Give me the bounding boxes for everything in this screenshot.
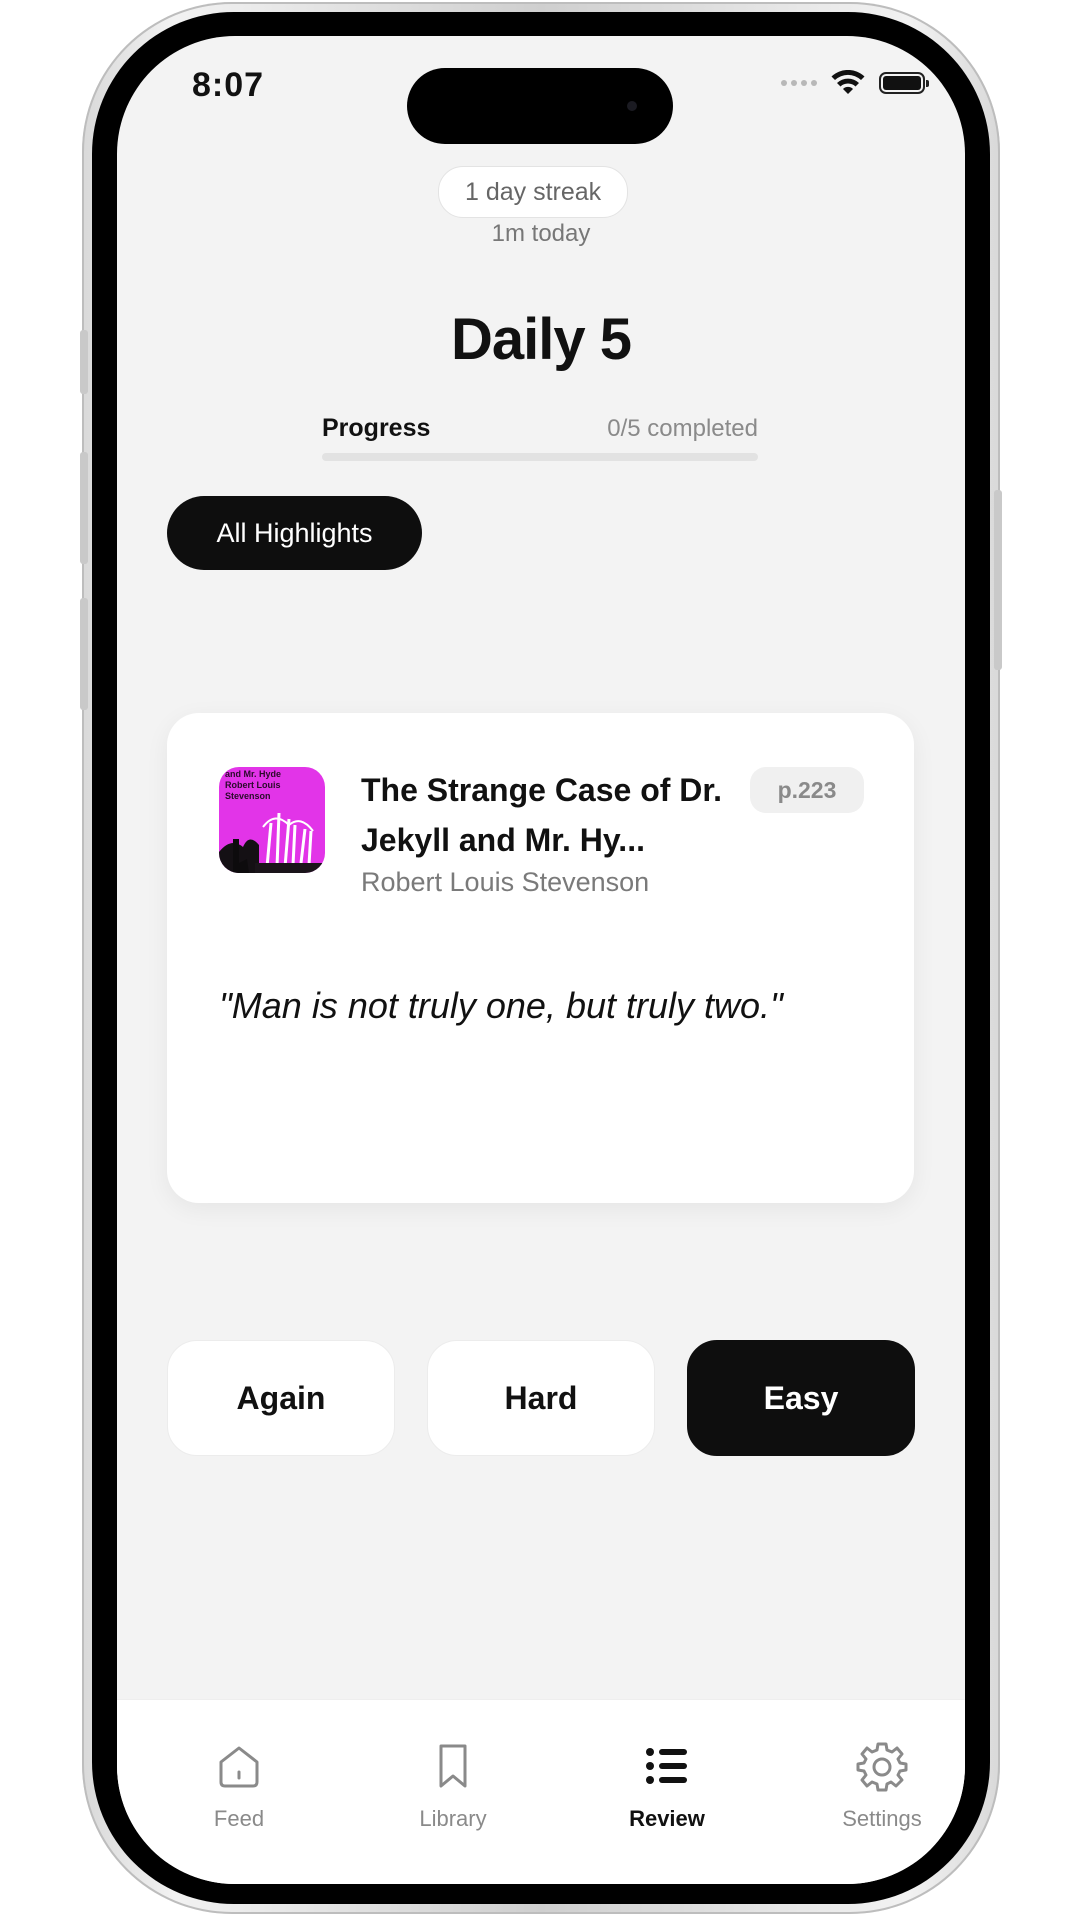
tab-feed-label: Feed bbox=[213, 1806, 265, 1831]
tab-settings[interactable]: Settings bbox=[802, 1740, 962, 1832]
hard-button[interactable]: Hard bbox=[427, 1340, 655, 1456]
tab-review-label: Review bbox=[629, 1806, 705, 1831]
tab-review[interactable]: Review bbox=[587, 1740, 747, 1832]
all-highlights-filter[interactable]: All Highlights bbox=[167, 496, 422, 570]
camera-icon bbox=[627, 101, 637, 111]
dynamic-island bbox=[407, 68, 673, 144]
tab-settings-label: Settings bbox=[842, 1806, 922, 1831]
book-cover: and Mr. Hyde Robert Louis Stevenson bbox=[219, 767, 325, 873]
tab-bar: Feed Library Review Settings bbox=[117, 1699, 965, 1884]
volume-down-button bbox=[80, 598, 88, 710]
app-screen: 8:07 1 day streak 1m today Daily 5 Progr… bbox=[117, 36, 965, 1884]
bookmark-icon bbox=[439, 1744, 467, 1788]
battery-icon bbox=[879, 72, 929, 94]
status-time: 8:07 bbox=[192, 66, 265, 104]
progress-count: 0/5 completed bbox=[607, 414, 758, 442]
progress-bar bbox=[322, 453, 758, 461]
action-button bbox=[80, 330, 88, 394]
book-author: Robert Louis Stevenson bbox=[361, 867, 650, 897]
tab-library[interactable]: Library bbox=[373, 1740, 533, 1832]
cover-art-image bbox=[219, 812, 325, 873]
list-icon bbox=[646, 1748, 687, 1784]
again-button[interactable]: Again bbox=[167, 1340, 395, 1456]
progress-label: Progress bbox=[322, 414, 431, 442]
tab-library-label: Library bbox=[419, 1806, 487, 1831]
wifi-icon bbox=[831, 70, 865, 94]
tab-feed[interactable]: Feed bbox=[159, 1740, 319, 1832]
cellular-signal-icon bbox=[781, 80, 817, 86]
streak-badge: 1 day streak bbox=[438, 166, 629, 218]
volume-up-button bbox=[80, 452, 88, 564]
page-number-badge: p.223 bbox=[750, 767, 864, 813]
book-title: The Strange Case of Dr. Jekyll and Mr. H… bbox=[361, 772, 722, 858]
home-icon bbox=[219, 1746, 259, 1788]
page-title: Daily 5 bbox=[451, 307, 632, 372]
status-indicators bbox=[781, 70, 929, 96]
easy-button[interactable]: Easy bbox=[687, 1340, 915, 1456]
time-today: 1m today bbox=[491, 220, 591, 247]
highlight-card[interactable]: and Mr. Hyde Robert Louis Stevenson The … bbox=[167, 713, 914, 1203]
highlight-quote: "Man is not truly one, but truly two." bbox=[219, 985, 783, 1026]
power-button bbox=[994, 490, 1002, 670]
gear-icon bbox=[856, 1742, 908, 1792]
progress-section: Progress 0/5 completed bbox=[322, 414, 758, 461]
